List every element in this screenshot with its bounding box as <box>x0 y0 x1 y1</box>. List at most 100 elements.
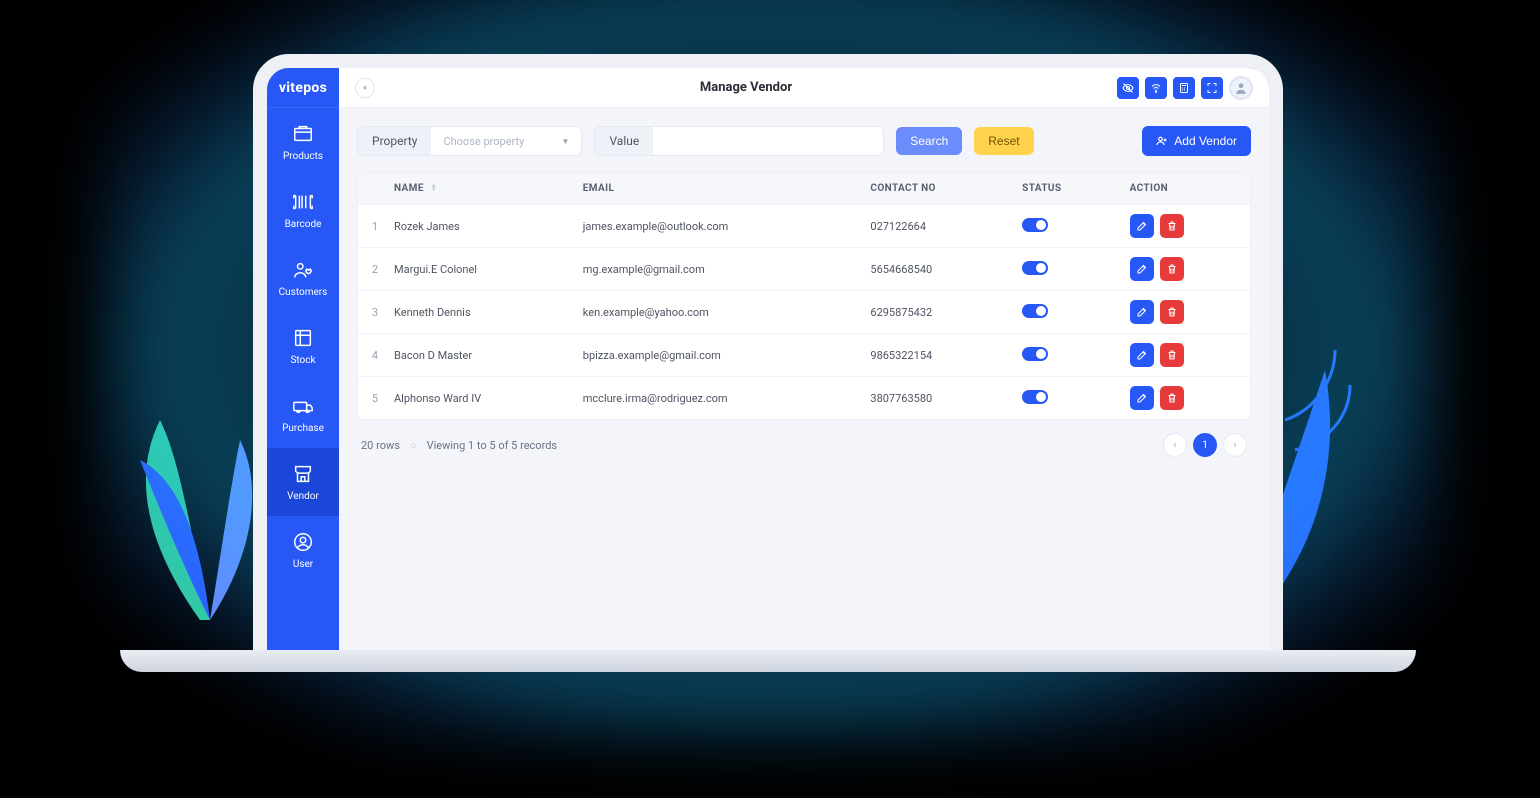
sidebar-item-label: Purchase <box>282 423 324 434</box>
trash-icon <box>1166 392 1178 404</box>
edit-button[interactable] <box>1130 214 1154 238</box>
delete-button[interactable] <box>1160 386 1184 410</box>
cell-status <box>1010 377 1117 420</box>
col-contact[interactable]: CONTACT NO <box>858 173 1010 205</box>
table-row: 3Kenneth Dennisken.example@yahoo.com6295… <box>358 291 1250 334</box>
reset-button[interactable]: Reset <box>974 127 1033 155</box>
app-root: vitepos Products Barcode Customers Stock… <box>267 68 1269 650</box>
topbar-visibility-button[interactable] <box>1117 77 1139 99</box>
add-vendor-button[interactable]: Add Vendor <box>1142 126 1251 156</box>
topbar: « Manage Vendor <box>339 68 1269 108</box>
sidebar-item-vendor[interactable]: Vendor <box>267 448 339 516</box>
wifi-icon <box>1150 82 1162 94</box>
sidebar-item-stock[interactable]: Stock <box>267 312 339 380</box>
calculator-icon <box>1178 82 1190 94</box>
table-row: 4Bacon D Masterbpizza.example@gmail.com9… <box>358 334 1250 377</box>
user-plus-icon <box>1156 135 1168 147</box>
cell-email: mg.example@gmail.com <box>571 248 859 291</box>
cell-name: Alphonso Ward IV <box>382 377 571 420</box>
brand-logo: vitepos <box>267 68 339 108</box>
vendor-icon <box>292 463 314 485</box>
decorative-plant-left <box>90 330 270 630</box>
row-index: 5 <box>358 377 382 420</box>
status-toggle[interactable] <box>1022 218 1048 232</box>
row-index: 2 <box>358 248 382 291</box>
cell-name: Bacon D Master <box>382 334 571 377</box>
next-page-button[interactable]: › <box>1223 433 1247 457</box>
sidebar-collapse-button[interactable]: « <box>355 78 375 98</box>
stock-icon <box>292 327 314 349</box>
main-area: « Manage Vendor <box>339 68 1269 650</box>
value-label: Value <box>595 127 653 155</box>
topbar-fullscreen-button[interactable] <box>1201 77 1223 99</box>
laptop-base <box>120 650 1416 672</box>
edit-icon <box>1136 392 1148 404</box>
edit-icon <box>1136 220 1148 232</box>
table-row: 1Rozek Jamesjames.example@outlook.com027… <box>358 205 1250 248</box>
trash-icon <box>1166 263 1178 275</box>
edit-icon <box>1136 306 1148 318</box>
edit-button[interactable] <box>1130 300 1154 324</box>
row-index: 4 <box>358 334 382 377</box>
sort-icon: ▲▼ <box>431 184 437 192</box>
edit-icon <box>1136 349 1148 361</box>
page-size-select[interactable]: 20 rows <box>361 439 400 452</box>
cell-status <box>1010 334 1117 377</box>
trash-icon <box>1166 220 1178 232</box>
vendor-table: NAME ▲▼ EMAIL CONTACT NO STATUS ACTION 1… <box>358 173 1250 420</box>
property-label: Property <box>358 127 431 155</box>
prev-page-button[interactable]: ‹ <box>1163 433 1187 457</box>
delete-button[interactable] <box>1160 257 1184 281</box>
status-toggle[interactable] <box>1022 304 1048 318</box>
table-footer: 20 rows ○ Viewing 1 to 5 of 5 records ‹ … <box>357 421 1251 457</box>
customers-icon <box>292 259 314 281</box>
value-filter-group: Value <box>594 126 884 156</box>
avatar-icon <box>1234 81 1248 95</box>
trash-icon <box>1166 349 1178 361</box>
col-email[interactable]: EMAIL <box>571 173 859 205</box>
sidebar-item-label: Stock <box>290 355 315 366</box>
edit-icon <box>1136 263 1148 275</box>
property-placeholder: Choose property <box>443 135 524 148</box>
delete-button[interactable] <box>1160 300 1184 324</box>
row-index: 3 <box>358 291 382 334</box>
col-status[interactable]: STATUS <box>1010 173 1117 205</box>
status-toggle[interactable] <box>1022 261 1048 275</box>
edit-button[interactable] <box>1130 257 1154 281</box>
filter-bar: Property Choose property ▼ Value Search … <box>357 126 1251 156</box>
pagination: ‹ 1 › <box>1163 433 1247 457</box>
delete-button[interactable] <box>1160 343 1184 367</box>
delete-button[interactable] <box>1160 214 1184 238</box>
fullscreen-icon <box>1206 82 1218 94</box>
edit-button[interactable] <box>1130 386 1154 410</box>
status-toggle[interactable] <box>1022 347 1048 361</box>
sidebar-item-customers[interactable]: Customers <box>267 244 339 312</box>
edit-button[interactable] <box>1130 343 1154 367</box>
col-action: ACTION <box>1118 173 1250 205</box>
sidebar-item-products[interactable]: Products <box>267 108 339 176</box>
chevron-right-icon: › <box>1233 440 1236 451</box>
vendor-table-card: NAME ▲▼ EMAIL CONTACT NO STATUS ACTION 1… <box>357 172 1251 421</box>
sidebar-item-purchase[interactable]: Purchase <box>267 380 339 448</box>
cell-actions <box>1118 205 1250 248</box>
status-toggle[interactable] <box>1022 390 1048 404</box>
property-select[interactable]: Choose property ▼ <box>431 127 581 155</box>
sidebar-item-user[interactable]: User <box>267 516 339 584</box>
value-input[interactable] <box>653 127 883 155</box>
search-button[interactable]: Search <box>896 127 962 155</box>
topbar-calculator-button[interactable] <box>1173 77 1195 99</box>
sidebar-item-label: User <box>293 559 313 570</box>
purchase-icon <box>292 395 314 417</box>
cell-name: Margui.E Colonel <box>382 248 571 291</box>
cell-actions <box>1118 291 1250 334</box>
viewing-text: Viewing 1 to 5 of 5 records <box>427 439 557 452</box>
col-name[interactable]: NAME ▲▼ <box>382 173 571 205</box>
sidebar-item-barcode[interactable]: Barcode <box>267 176 339 244</box>
sidebar-item-label: Barcode <box>285 219 322 230</box>
table-row: 2Margui.E Colonelmg.example@gmail.com565… <box>358 248 1250 291</box>
topbar-wifi-button[interactable] <box>1145 77 1167 99</box>
user-avatar[interactable] <box>1229 76 1253 100</box>
sidebar-item-label: Products <box>283 151 323 162</box>
sidebar-item-label: Customers <box>279 287 328 298</box>
page-1-button[interactable]: 1 <box>1193 433 1217 457</box>
